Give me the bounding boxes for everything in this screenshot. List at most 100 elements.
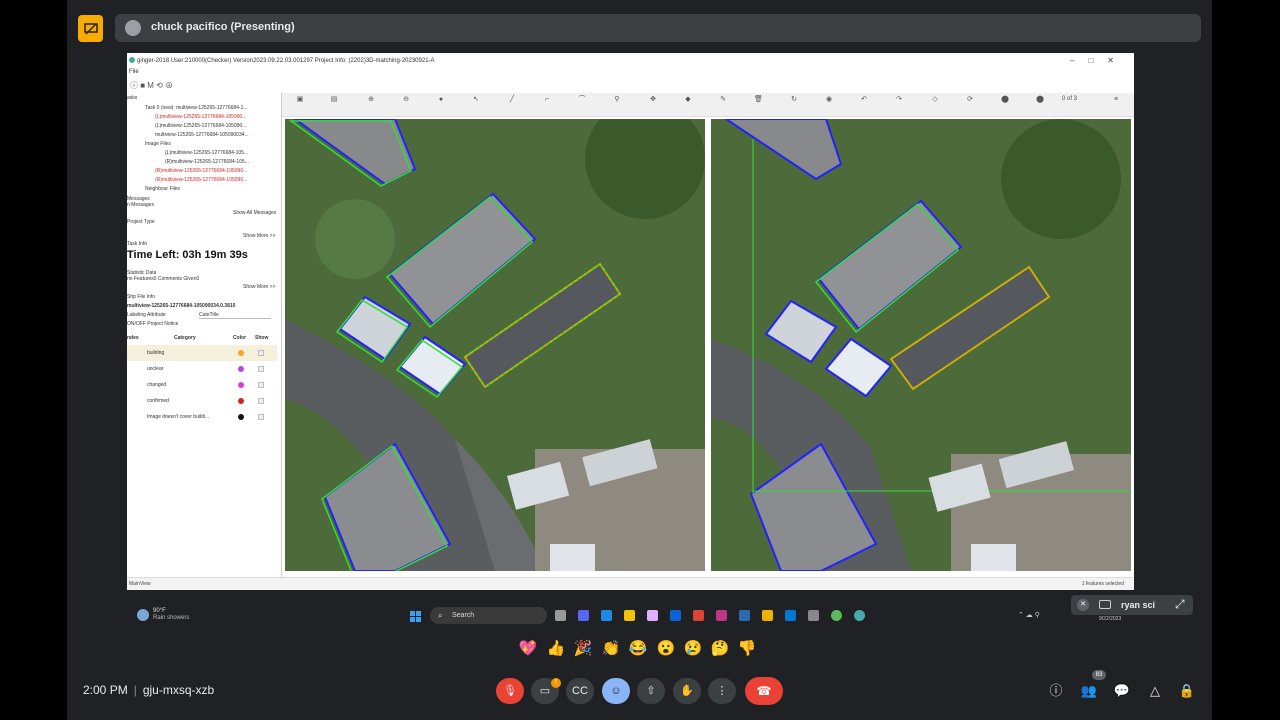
table-row[interactable]: building bbox=[127, 345, 277, 361]
table-row[interactable]: confirmed bbox=[127, 393, 277, 409]
mic-off-button[interactable]: 🎙 bbox=[496, 678, 524, 704]
reaction-clap[interactable]: 👏 bbox=[600, 638, 622, 660]
task-item[interactable]: Task 0 (new): multiview-125265-12776684-… bbox=[145, 105, 280, 111]
reactions-button[interactable]: ☺ bbox=[602, 678, 630, 704]
zoom-in-icon[interactable]: ⊕ bbox=[367, 96, 375, 104]
expand-icon[interactable]: ⤢ bbox=[1175, 597, 1185, 612]
app-icon[interactable] bbox=[854, 610, 865, 621]
chat-icon[interactable]: 💬 bbox=[1112, 681, 1132, 701]
show-checkbox[interactable] bbox=[258, 414, 264, 420]
move-icon[interactable]: ✥ bbox=[649, 96, 657, 104]
reaction-thumbs-up[interactable]: 👍 bbox=[545, 638, 567, 660]
fill-icon[interactable]: ◆ bbox=[684, 96, 692, 104]
delete-icon[interactable]: 🗑 bbox=[754, 96, 763, 104]
meet-app-icon[interactable] bbox=[578, 610, 589, 621]
map-view-right[interactable] bbox=[711, 119, 1131, 571]
presentation-icon[interactable] bbox=[78, 15, 103, 42]
windows-taskbar: 90°F Rain showers ⌕ Search ⌃ ☁ ⚲ 9/22/20… bbox=[127, 603, 1207, 629]
pin-icon[interactable]: ⚲ bbox=[613, 96, 621, 104]
present-button[interactable]: ⇧ bbox=[637, 678, 665, 704]
reaction-heart[interactable]: 💖 bbox=[517, 638, 539, 660]
curve-icon[interactable]: ⌒ bbox=[578, 96, 586, 104]
point-icon[interactable]: ● bbox=[437, 96, 445, 104]
show-more-link[interactable]: Show More >> bbox=[243, 233, 276, 239]
store-icon[interactable] bbox=[647, 610, 658, 621]
reaction-thumbs-down[interactable]: 👎 bbox=[736, 638, 758, 660]
show-checkbox[interactable] bbox=[258, 382, 264, 388]
image-icon[interactable]: ▤ bbox=[330, 96, 338, 104]
record-icon[interactable]: ⬤ bbox=[1036, 96, 1044, 104]
meeting-details-icon[interactable]: ⓘ bbox=[1046, 681, 1066, 701]
app-icon[interactable] bbox=[739, 610, 750, 621]
shared-screen: ginger-2018 User:210000(Checker) Version… bbox=[127, 53, 1134, 590]
view-icon[interactable]: ◉ bbox=[825, 96, 833, 104]
show-all-messages-link[interactable]: Show All Messages bbox=[233, 210, 276, 216]
category-name: confirmed bbox=[147, 398, 169, 404]
task-item[interactable]: (L)multiview-125265-12776684-105090... bbox=[155, 123, 280, 129]
sticky-notes-icon[interactable] bbox=[762, 610, 773, 621]
teams-icon[interactable] bbox=[785, 610, 796, 621]
system-tray[interactable]: ⌃ ☁ ⚲ bbox=[1018, 611, 1040, 619]
folder-icon[interactable] bbox=[624, 610, 635, 621]
line-icon[interactable]: ╱ bbox=[508, 96, 516, 104]
onoff-notice-checkbox[interactable]: ON/OFF Project Notice bbox=[127, 321, 178, 327]
task-item[interactable]: (L)multiview-125265-12776684-105... bbox=[165, 150, 280, 156]
table-row[interactable]: unclear bbox=[127, 361, 277, 377]
snap-icon[interactable]: ◇ bbox=[931, 96, 939, 104]
reactions-bar: 💖 👍 🎉 👏 😂 😮 😢 🤔 👎 bbox=[517, 638, 762, 662]
chrome-icon[interactable] bbox=[693, 610, 704, 621]
captions-button[interactable]: CC bbox=[566, 678, 594, 704]
zoom-out-icon[interactable]: ⊖ bbox=[402, 96, 410, 104]
menu-file[interactable]: File bbox=[127, 69, 139, 75]
reaction-laugh[interactable]: 😂 bbox=[627, 638, 649, 660]
camera-icon bbox=[1099, 600, 1111, 609]
app-icon[interactable] bbox=[808, 610, 819, 621]
end-call-button[interactable]: ☎ bbox=[745, 677, 783, 705]
quick-toolbar[interactable]: ⓘ ■ M ⟲ ⊕ bbox=[127, 80, 1134, 92]
activities-icon[interactable]: △ bbox=[1145, 681, 1165, 701]
show-checkbox[interactable] bbox=[258, 366, 264, 372]
mail-icon[interactable] bbox=[670, 610, 681, 621]
raise-hand-button[interactable]: ✋ bbox=[673, 678, 701, 704]
undo-icon[interactable]: ↶ bbox=[860, 96, 868, 104]
more-options-button[interactable]: ⋮ bbox=[708, 678, 736, 704]
edge-icon[interactable] bbox=[601, 610, 612, 621]
app-icon[interactable] bbox=[716, 610, 727, 621]
window-controls[interactable]: –□✕ bbox=[1070, 56, 1128, 65]
map-view-left[interactable] bbox=[285, 119, 705, 571]
rotate-icon[interactable]: ↻ bbox=[790, 96, 798, 104]
task-item[interactable]: Neighbour Files bbox=[145, 186, 180, 192]
participant-chip[interactable]: ✕ ryan sci ⤢ bbox=[1071, 595, 1193, 615]
task-view-icon[interactable] bbox=[555, 610, 566, 621]
table-row[interactable]: changed bbox=[127, 377, 277, 393]
reaction-surprised[interactable]: 😮 bbox=[655, 638, 677, 660]
record-icon[interactable]: ⬤ bbox=[1001, 96, 1009, 104]
show-more-link[interactable]: Show More >> bbox=[243, 284, 276, 290]
task-item[interactable]: (R)multiview-125265-12776684-105090... bbox=[155, 168, 280, 174]
select-icon[interactable]: ↖ bbox=[472, 96, 480, 104]
polygon-icon[interactable]: ⌐ bbox=[543, 96, 551, 104]
attr-select[interactable]: CateTitle bbox=[199, 312, 271, 319]
task-item[interactable]: (R)multiview-125265-12776684-105... bbox=[165, 159, 280, 165]
edit-icon[interactable]: ✎ bbox=[719, 96, 727, 104]
refresh-icon[interactable]: ⟳ bbox=[966, 96, 974, 104]
show-checkbox[interactable] bbox=[258, 350, 264, 356]
app-icon[interactable] bbox=[831, 610, 842, 621]
windows-start-icon[interactable] bbox=[410, 611, 422, 623]
menu-icon[interactable]: ≡ bbox=[1112, 96, 1120, 104]
color-swatch bbox=[238, 382, 244, 388]
taskbar-search[interactable]: ⌕ Search bbox=[430, 607, 547, 624]
host-controls-icon[interactable]: 🔒 bbox=[1177, 681, 1197, 701]
task-item[interactable]: (R)multiview-125265-12776684-105090... bbox=[155, 177, 280, 183]
redo-icon[interactable]: ↷ bbox=[895, 96, 903, 104]
table-row[interactable]: Image doesn't cover buildi... bbox=[127, 409, 277, 425]
task-item[interactable]: multiview-125265-12776684-105090034... bbox=[155, 132, 280, 138]
save-icon[interactable]: ▣ bbox=[296, 96, 304, 104]
task-item[interactable]: (L)multiview-125265-12776684-105090... bbox=[155, 114, 280, 120]
show-checkbox[interactable] bbox=[258, 398, 264, 404]
people-icon[interactable]: 👥 bbox=[1079, 681, 1099, 701]
reaction-thinking[interactable]: 🤔 bbox=[709, 638, 731, 660]
reaction-sad[interactable]: 😢 bbox=[682, 638, 704, 660]
task-item[interactable]: Image Files bbox=[145, 141, 171, 147]
reaction-party[interactable]: 🎉 bbox=[572, 638, 594, 660]
